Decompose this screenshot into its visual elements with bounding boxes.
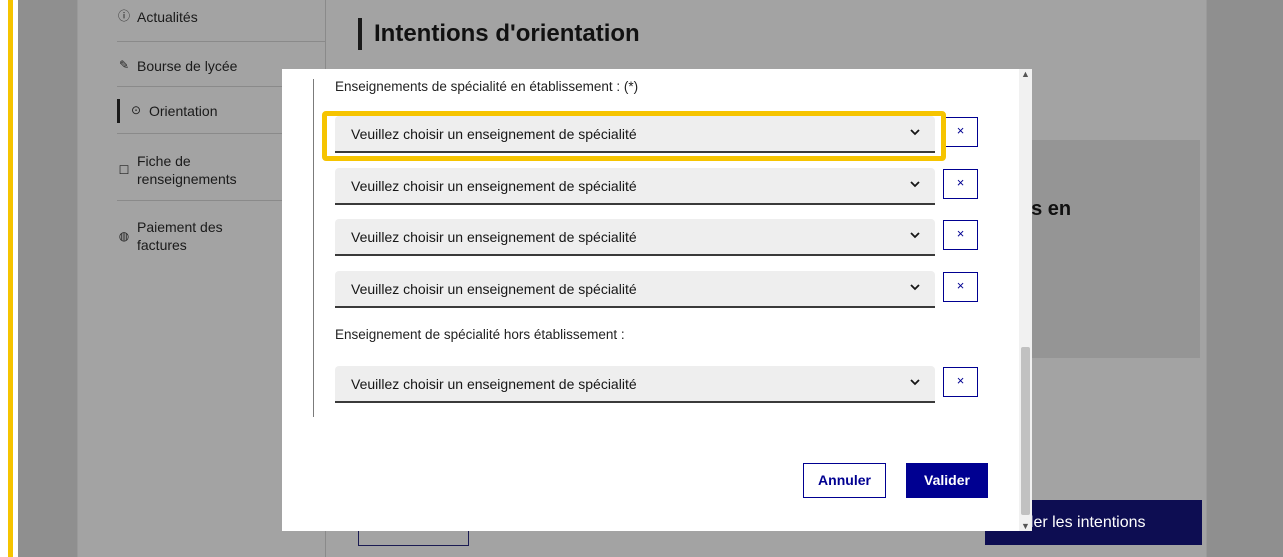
sidebar-item-label: Actualités [137, 9, 198, 25]
sidebar-item-actualites[interactable]: ⓘ Actualités [117, 8, 325, 26]
title-accent [358, 18, 362, 50]
submit-button[interactable]: Valider [906, 463, 988, 498]
sidebar-item-label: Bourse de lycée [137, 58, 238, 74]
scroll-up-icon[interactable]: ▲ [1021, 69, 1030, 79]
sidebar-item-label: Orientation [149, 103, 218, 119]
info-icon: ⓘ [117, 9, 130, 23]
scroll-down-icon[interactable]: ▼ [1021, 521, 1030, 531]
compass-icon: ⊙ [130, 103, 142, 117]
select-value: Veuillez choisir un enseignement de spéc… [351, 178, 637, 194]
focus-highlight [322, 111, 946, 161]
payment-icon: ◍ [118, 229, 130, 243]
chevron-down-icon [910, 232, 920, 239]
modal-left-rule [313, 79, 314, 417]
chevron-down-icon [910, 284, 920, 291]
chevron-down-icon [910, 181, 920, 188]
specialty-modal: Enseignements de spécialité en établisse… [282, 69, 1019, 531]
cancel-button[interactable]: Annuler [803, 463, 886, 498]
specialty-select-outside[interactable]: Veuillez choisir un enseignement de spéc… [335, 366, 935, 403]
edit-icon: ☐ [118, 163, 130, 177]
modal-scrollbar[interactable]: ▲ ▼ [1019, 69, 1032, 531]
sidebar-item-label: Paiement des factures [137, 219, 223, 253]
chevron-down-icon [910, 379, 920, 386]
left-accent-bar [8, 0, 13, 557]
select-value: Veuillez choisir un enseignement de spéc… [351, 281, 637, 297]
section-label-in-establishment: Enseignements de spécialité en établisse… [335, 79, 639, 94]
sidebar-active-indicator [117, 99, 120, 123]
page-title: Intentions d'orientation [374, 20, 640, 47]
remove-specialty-2-button[interactable]: × [943, 169, 978, 199]
select-value: Veuillez choisir un enseignement de spéc… [351, 229, 637, 245]
specialty-select-4[interactable]: Veuillez choisir un enseignement de spéc… [335, 271, 935, 308]
remove-specialty-3-button[interactable]: × [943, 220, 978, 250]
sidebar-divider [117, 41, 325, 42]
scholarship-icon: ✎ [118, 58, 130, 72]
remove-specialty-4-button[interactable]: × [943, 272, 978, 302]
select-value: Veuillez choisir un enseignement de spéc… [351, 376, 637, 392]
specialty-select-3[interactable]: Veuillez choisir un enseignement de spéc… [335, 219, 935, 256]
section-label-out-establishment: Enseignement de spécialité hors établiss… [335, 327, 625, 342]
specialty-select-2[interactable]: Veuillez choisir un enseignement de spéc… [335, 168, 935, 205]
remove-specialty-outside-button[interactable]: × [943, 367, 978, 397]
remove-specialty-1-button[interactable]: × [943, 117, 978, 147]
scroll-thumb[interactable] [1021, 347, 1030, 515]
sidebar-item-label: Fiche de renseignements [137, 153, 237, 187]
